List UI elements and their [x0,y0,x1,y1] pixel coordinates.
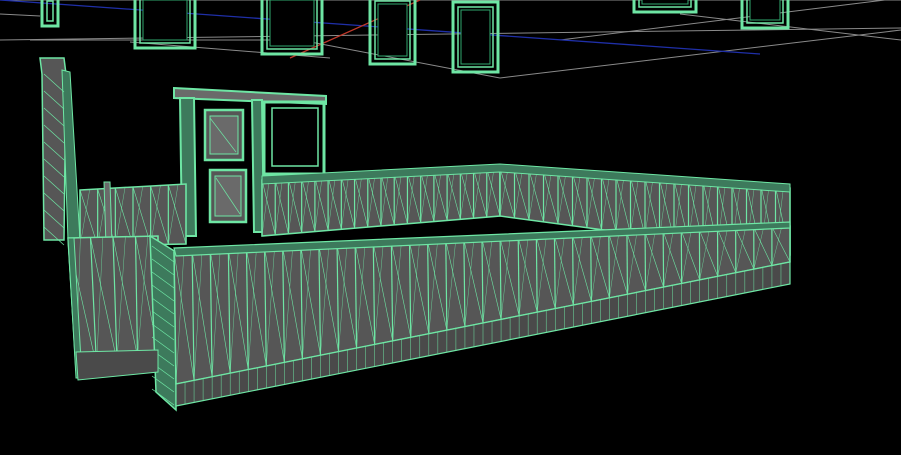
window [632,0,698,14]
3d-viewport[interactable] [0,0,901,455]
window [133,0,197,50]
window [260,0,324,56]
upper-storey-windows [40,0,790,74]
front-fence [67,221,791,412]
scene-canvas[interactable] [0,0,901,455]
window [451,0,500,74]
left-post [39,57,81,246]
